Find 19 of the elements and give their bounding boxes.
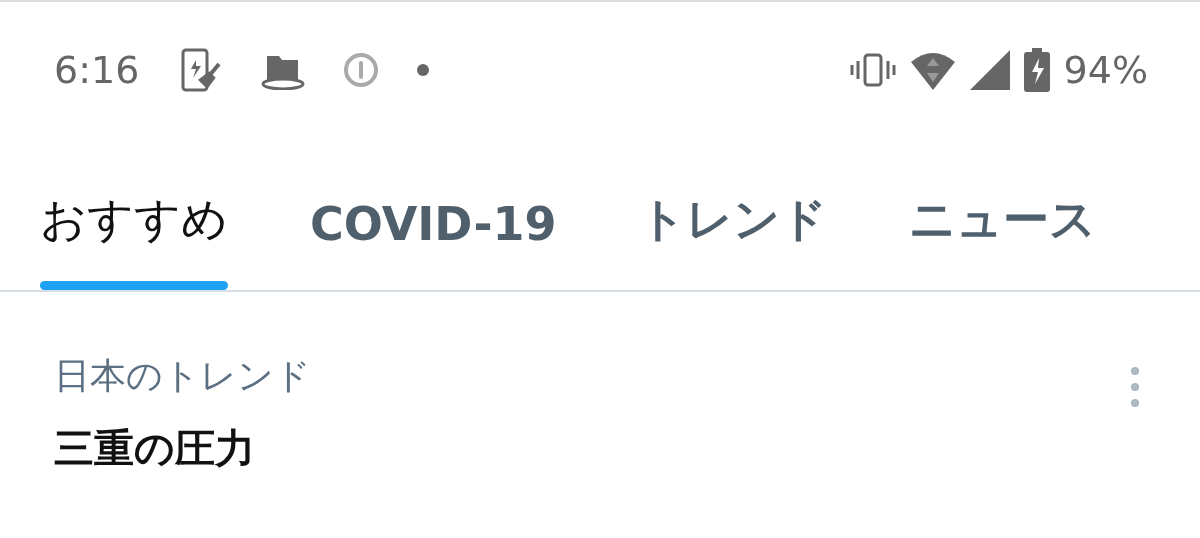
tab[interactable]: ニュース xyxy=(908,138,1096,290)
tab[interactable]: おすすめ xyxy=(40,138,228,290)
battery-percent: 94% xyxy=(1063,48,1148,92)
status-time: 6:16 xyxy=(54,48,140,92)
trend-title[interactable]: 三重の圧力 xyxy=(54,421,311,476)
power-icon xyxy=(343,52,380,88)
tab-label[interactable]: ニュース xyxy=(908,189,1096,281)
tab[interactable]: トレンド xyxy=(638,138,827,290)
wifi-icon xyxy=(909,50,956,90)
signal-icon xyxy=(969,50,1010,90)
tab-label[interactable]: おすすめ xyxy=(40,189,228,281)
dot-icon xyxy=(417,64,430,76)
battery-icon xyxy=(1023,48,1050,92)
tab[interactable]: COVID-19 xyxy=(310,138,557,290)
tab-label[interactable]: トレンド xyxy=(638,189,827,281)
tab-label[interactable]: COVID-19 xyxy=(310,197,557,281)
vibrate-icon xyxy=(849,52,896,88)
more-options-icon[interactable] xyxy=(1130,366,1140,408)
trend-context: 日本のトレンド xyxy=(54,354,311,398)
